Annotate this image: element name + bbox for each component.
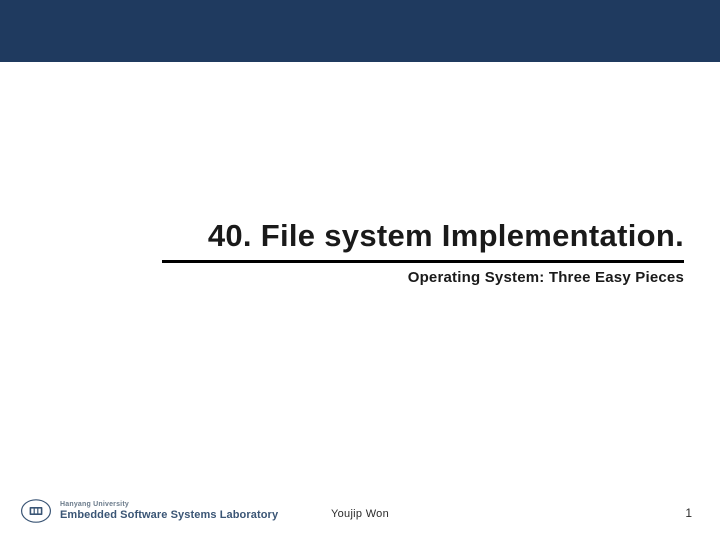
slide-subtitle: Operating System: Three Easy Pieces (162, 269, 684, 286)
lab-name: Embedded Software Systems Laboratory (60, 509, 278, 521)
header-bar (0, 0, 720, 62)
slide-title: 40. File system Implementation. (162, 218, 684, 260)
university-logo-icon (20, 498, 52, 524)
lab-text-block: Hanyang University Embedded Software Sys… (60, 501, 278, 521)
lab-affiliation: Hanyang University Embedded Software Sys… (20, 498, 278, 524)
page-number: 1 (685, 506, 692, 520)
title-underline (162, 260, 684, 263)
author-name: Youjip Won (331, 508, 389, 520)
university-name: Hanyang University (60, 501, 278, 509)
footer: Hanyang University Embedded Software Sys… (0, 486, 720, 526)
title-block: 40. File system Implementation. Operatin… (162, 218, 684, 286)
